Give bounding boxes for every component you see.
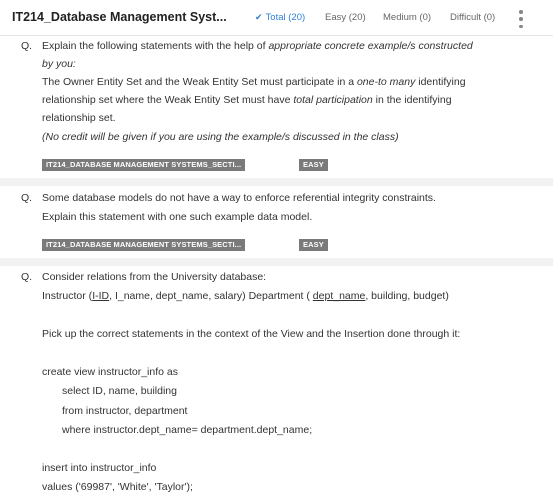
code-line: values ('69987', 'White', 'Taylor'); bbox=[42, 481, 193, 493]
header-bar: IT214_Database Management Syst... ✔ Total… bbox=[0, 0, 553, 36]
filter-easy[interactable]: Easy (20) bbox=[325, 12, 366, 23]
question-text-line: Some database models do not have a way t… bbox=[42, 192, 436, 204]
check-icon: ✔ bbox=[255, 12, 263, 22]
question-text-line: Explain the following statements with th… bbox=[42, 40, 473, 52]
code-line: create view instructor_info as bbox=[42, 366, 178, 378]
question-list: Q. Explain the following statements with… bbox=[0, 36, 553, 497]
course-tag: IT214_DATABASE MANAGEMENT SYSTEMS_SECTI.… bbox=[42, 159, 246, 171]
question-marker: Q. bbox=[21, 40, 33, 52]
difficulty-tag: EASY bbox=[299, 159, 328, 171]
question-text-line: Explain this statement with one such exa… bbox=[42, 211, 313, 223]
difficulty-tag: EASY bbox=[299, 239, 328, 251]
course-tag: IT214_DATABASE MANAGEMENT SYSTEMS_SECTI.… bbox=[42, 239, 246, 251]
more-options-icon[interactable] bbox=[518, 10, 524, 28]
question-text-line: Consider relations from the University d… bbox=[42, 271, 267, 283]
question-text-line: The Owner Entity Set and the Weak Entity… bbox=[42, 76, 466, 88]
question-marker: Q. bbox=[21, 271, 33, 283]
code-line: select ID, name, building bbox=[62, 385, 177, 397]
filter-difficult[interactable]: Difficult (0) bbox=[450, 12, 495, 23]
filter-medium[interactable]: Medium (0) bbox=[383, 12, 431, 23]
question-text-line: relationship set where the Weak Entity S… bbox=[42, 94, 452, 106]
filter-total-label: Total (20) bbox=[265, 12, 306, 23]
code-line: insert into instructor_info bbox=[42, 462, 157, 474]
question-divider bbox=[0, 178, 553, 186]
question-text-line: Instructor (I-ID, I_name, dept_name, sal… bbox=[42, 290, 449, 302]
question-divider bbox=[0, 258, 553, 266]
question-text-line: by you: bbox=[42, 58, 76, 70]
code-line: from instructor, department bbox=[62, 405, 188, 417]
question-text-line: relationship set. bbox=[42, 112, 116, 124]
question-text-line: (No credit will be given if you are usin… bbox=[42, 131, 399, 143]
question-text-line: Pick up the correct statements in the co… bbox=[42, 328, 461, 340]
filter-total[interactable]: ✔ Total (20) bbox=[255, 12, 305, 23]
question-marker: Q. bbox=[21, 192, 33, 204]
page-title: IT214_Database Management Syst... bbox=[12, 10, 227, 24]
code-line: where instructor.dept_name= department.d… bbox=[62, 424, 313, 436]
